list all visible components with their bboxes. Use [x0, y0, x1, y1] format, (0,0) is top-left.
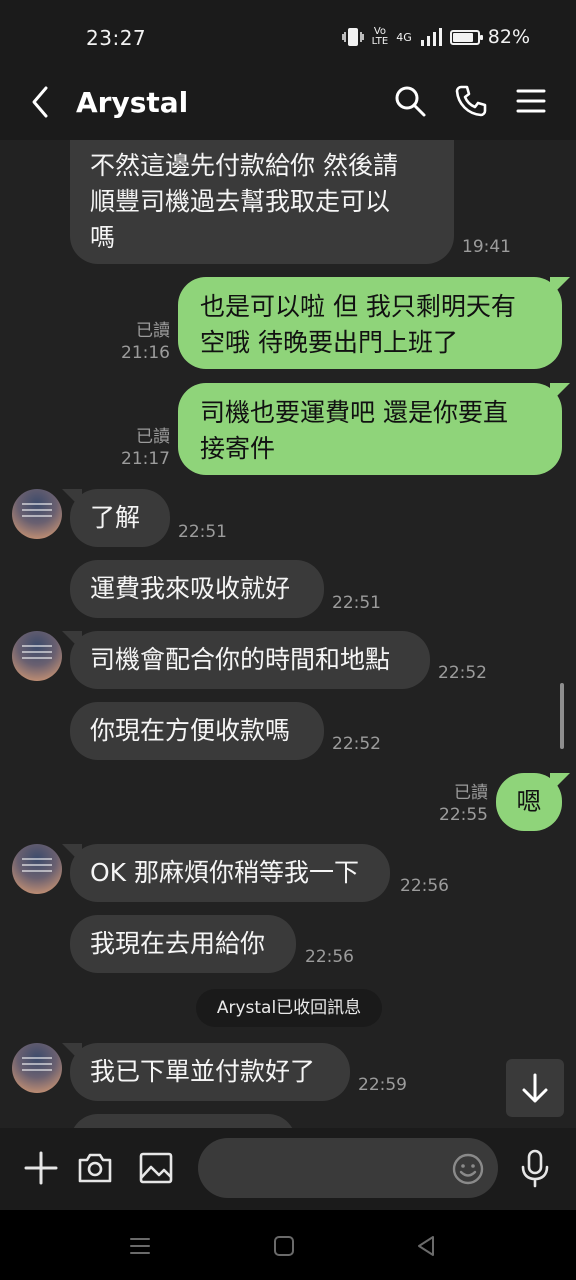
back-nav-icon[interactable] — [414, 1234, 438, 1258]
chat-header: Arystal — [0, 64, 576, 140]
status-icons: Vo LTE 4G 82% — [341, 26, 530, 48]
arrow-down-icon — [522, 1073, 548, 1103]
scroll-to-bottom-button[interactable] — [506, 1059, 564, 1117]
message-time: 22:59 — [358, 1075, 407, 1095]
system-nav-bar — [0, 1210, 576, 1280]
avatar[interactable] — [12, 631, 62, 681]
message-bubble[interactable]: 你現在方便收款嗎 — [70, 702, 324, 760]
message-meta: 已讀 22:55 — [428, 782, 488, 826]
status-bar: 23:27 Vo LTE 4G 82% — [0, 0, 576, 64]
input-bar — [0, 1128, 576, 1210]
camera-icon[interactable] — [77, 1150, 113, 1186]
message-bubble[interactable]: 我現在去用給你 — [70, 915, 296, 973]
battery-percent: 82% — [487, 26, 530, 48]
battery-icon — [449, 29, 483, 45]
message-time: 22:52 — [332, 734, 381, 754]
message-time: 22:52 — [438, 663, 487, 683]
network-type-label: 4G — [396, 30, 412, 44]
read-receipt: 已讀 — [136, 321, 170, 341]
phone-icon[interactable] — [454, 84, 488, 118]
signal-icon — [420, 28, 442, 46]
image-icon[interactable] — [138, 1150, 174, 1186]
home-icon[interactable] — [272, 1234, 296, 1258]
scrollbar[interactable] — [560, 683, 564, 749]
message-time: 22:56 — [305, 947, 354, 967]
message-time: 19:41 — [462, 237, 511, 257]
battery-level — [452, 32, 473, 42]
message-bubble[interactable]: 運費我來吸收就好 — [70, 560, 324, 618]
read-receipt: 已讀 — [136, 427, 170, 447]
message-bubble[interactable]: 嗯 — [496, 773, 562, 831]
message-bubble[interactable]: 司機會配合你的時間和地點 — [70, 631, 430, 689]
message-bubble[interactable]: 司機也要運費吧 還是你要直 接寄件 — [178, 383, 562, 475]
recent-apps-icon[interactable] — [128, 1234, 152, 1258]
back-icon[interactable] — [26, 84, 58, 120]
menu-icon[interactable] — [514, 84, 548, 118]
status-time: 23:27 — [86, 26, 147, 50]
volte-icon: Vo LTE — [371, 26, 389, 47]
read-receipt: 已讀 — [454, 783, 488, 803]
chat-title: Arystal — [76, 86, 189, 119]
message-time: 22:51 — [332, 593, 381, 613]
emoji-icon[interactable] — [451, 1152, 485, 1186]
avatar[interactable] — [12, 489, 62, 539]
message-meta: 已讀 21:17 — [110, 426, 170, 470]
unsent-notice: Arystal已收回訊息 — [196, 989, 382, 1027]
message-meta: 已讀 21:16 — [110, 320, 170, 364]
message-time: 21:16 — [121, 343, 170, 363]
avatar[interactable] — [12, 844, 62, 894]
message-time: 22:56 — [400, 876, 449, 896]
message-time: 21:17 — [121, 449, 170, 469]
message-time: 22:51 — [178, 522, 227, 542]
mic-icon[interactable] — [518, 1148, 552, 1188]
message-time: 22:55 — [439, 805, 488, 825]
plus-icon[interactable] — [23, 1150, 59, 1186]
vibrate-icon — [341, 28, 364, 46]
message-bubble[interactable]: 也是可以啦 但 我只剩明天有 空哦 待晚要出門上班了 — [178, 277, 562, 369]
message-bubble[interactable]: 我已下單並付款好了 — [70, 1043, 350, 1101]
message-bubble[interactable]: OK 那麻煩你稍等我一下 — [70, 844, 390, 902]
message-list[interactable]: 不然這邊先付款給你 然後請 順豐司機過去幫我取走可以 嗎 19:41 也是可以啦… — [0, 140, 576, 1128]
message-bubble[interactable]: 了解 — [70, 489, 170, 547]
search-icon[interactable] — [393, 84, 427, 118]
message-bubble[interactable]: 不然這邊先付款給你 然後請 順豐司機過去幫我取走可以 嗎 — [70, 140, 454, 264]
message-bubble-partial[interactable] — [70, 1114, 296, 1128]
avatar[interactable] — [12, 1043, 62, 1093]
